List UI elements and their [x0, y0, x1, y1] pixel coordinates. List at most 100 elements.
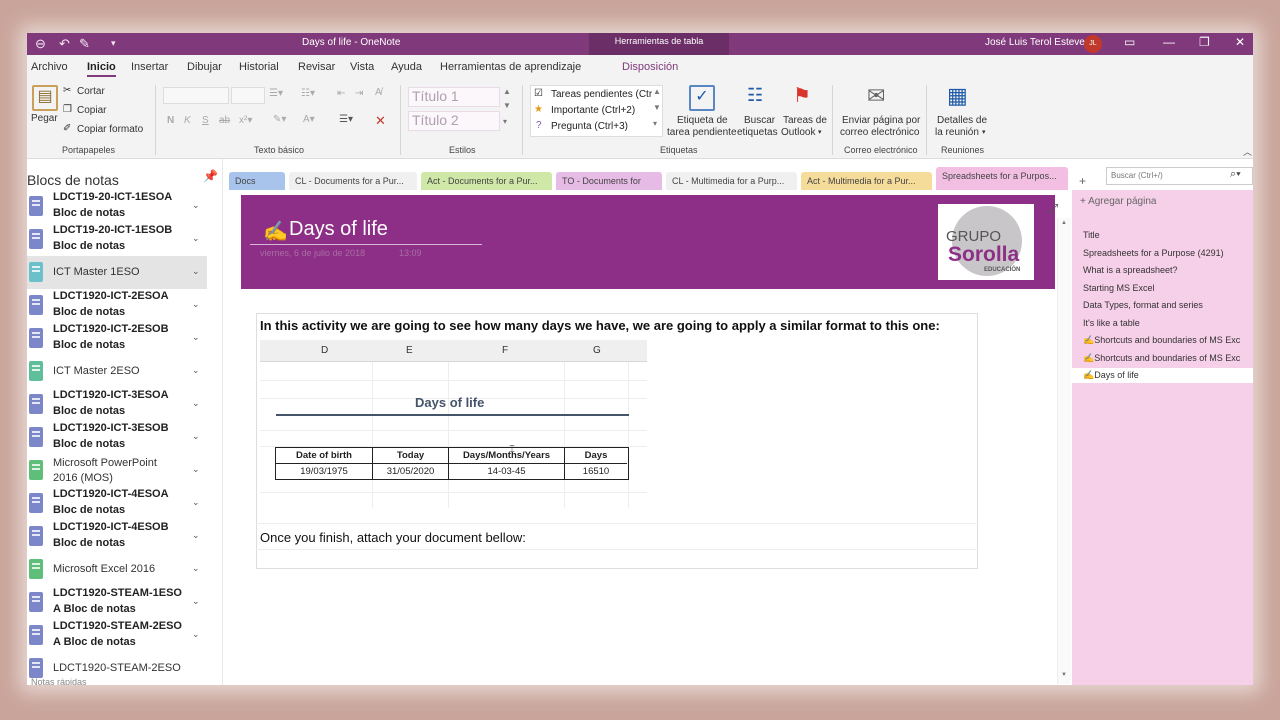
- chevron-down-icon[interactable]: ⌄: [192, 431, 200, 442]
- highlight-icon[interactable]: ✎▾: [273, 114, 286, 125]
- todo-tag-button-l2[interactable]: tarea pendiente: [667, 127, 737, 138]
- clear-format-icon[interactable]: A̸: [375, 87, 382, 98]
- todo-tag-icon[interactable]: ✓: [689, 85, 715, 111]
- notebook-item[interactable]: LDCT1920-ICT-3ESOB Bloc de notas ⌄: [27, 421, 207, 454]
- font-family-select[interactable]: [163, 87, 229, 104]
- tag-question[interactable]: Pregunta (Ctrl+3): [551, 121, 628, 132]
- section-tab[interactable]: CL - Documents for a Pur...: [289, 172, 417, 190]
- bold-icon[interactable]: N: [167, 115, 174, 126]
- chevron-down-icon[interactable]: ⌄: [192, 596, 200, 607]
- todo-tag-button-l1[interactable]: Etiqueta de: [677, 115, 728, 126]
- find-tags-button-l2[interactable]: etiquetas: [737, 127, 778, 138]
- copy-icon[interactable]: ❐: [63, 104, 72, 115]
- undo-icon[interactable]: ↶: [59, 36, 70, 52]
- underline-icon[interactable]: S: [202, 115, 209, 126]
- restore-icon[interactable]: ❐: [1199, 35, 1210, 49]
- find-tags-icon[interactable]: ☷: [747, 85, 763, 106]
- notebooks-heading[interactable]: Blocs de notas: [27, 172, 119, 188]
- page-list-item[interactable]: Data Types, format and series: [1083, 300, 1249, 310]
- meeting-dropdown-icon[interactable]: ▾: [982, 128, 986, 136]
- tab-historial[interactable]: Historial: [239, 61, 279, 73]
- notebook-item[interactable]: ICT Master 1ESO ⌄: [27, 256, 207, 289]
- flag-icon[interactable]: ⚑: [793, 83, 811, 108]
- outlook-tasks-button-l1[interactable]: Tareas de: [783, 115, 827, 126]
- ribbon-display-icon[interactable]: ▭: [1124, 35, 1135, 49]
- tab-herramientas-aprendizaje[interactable]: Herramientas de aprendizaje: [440, 61, 581, 73]
- tab-revisar[interactable]: Revisar: [298, 61, 335, 73]
- tags-scroll-up-icon[interactable]: ▲: [653, 87, 661, 96]
- close-icon[interactable]: ✕: [1235, 35, 1245, 49]
- notebook-item[interactable]: LDCT19-20-ICT-1ESOA Bloc de notas ⌄: [27, 190, 207, 223]
- section-tab[interactable]: TO - Documents for: [556, 172, 662, 190]
- chevron-down-icon[interactable]: ⌄: [192, 398, 200, 409]
- styles-scroll-up-icon[interactable]: ▲: [503, 87, 511, 96]
- email-icon[interactable]: ✉: [867, 83, 885, 109]
- tab-insertar[interactable]: Insertar: [131, 61, 168, 73]
- tab-inicio[interactable]: Inicio: [87, 61, 116, 77]
- paste-icon[interactable]: ▤: [32, 85, 58, 111]
- align-icon[interactable]: ☰▾: [339, 114, 353, 125]
- delete-icon[interactable]: ✕: [375, 113, 386, 129]
- expand-icon[interactable]: ⤢: [1048, 201, 1058, 217]
- copy-button[interactable]: Copiar: [77, 105, 106, 116]
- notebook-item[interactable]: Microsoft Excel 2016 ⌄: [27, 553, 207, 586]
- email-page-button-l2[interactable]: correo electrónico: [840, 127, 919, 138]
- page-list-item[interactable]: Starting MS Excel: [1083, 283, 1249, 293]
- bullets-icon[interactable]: ☰▾: [269, 88, 283, 99]
- tags-more-icon[interactable]: ▾: [653, 119, 657, 128]
- style-heading2[interactable]: Título 2: [408, 111, 500, 131]
- subscript-icon[interactable]: x²▾: [239, 115, 252, 126]
- page-list-item[interactable]: ✍Days of life: [1072, 368, 1253, 383]
- quick-notes-link[interactable]: Notas rápidas: [31, 677, 87, 685]
- outlook-tasks-button-l2[interactable]: Outlook: [781, 127, 815, 138]
- add-page-button[interactable]: + Agregar página: [1080, 196, 1156, 207]
- chevron-down-icon[interactable]: ⌄: [192, 464, 200, 475]
- notebook-item[interactable]: LDCT19-20-ICT-1ESOB Bloc de notas ⌄: [27, 223, 207, 256]
- chevron-down-icon[interactable]: ⌄: [192, 530, 200, 541]
- chevron-down-icon[interactable]: ⌄: [192, 629, 200, 640]
- customize-toolbar-icon[interactable]: ▾: [111, 38, 116, 49]
- scroll-up-icon[interactable]: ▲: [1061, 220, 1067, 226]
- section-tab[interactable]: Act - Multimedia for a Pur...: [801, 172, 932, 190]
- email-page-button-l1[interactable]: Enviar página por: [842, 115, 920, 126]
- format-painter-button[interactable]: Copiar formato: [77, 124, 143, 135]
- page-list-item[interactable]: ✍Shortcuts and boundaries of MS Exc: [1083, 353, 1249, 364]
- meeting-details-button-l1[interactable]: Detalles de: [937, 115, 987, 126]
- font-color-icon[interactable]: A▾: [303, 114, 315, 125]
- notebook-item[interactable]: ICT Master 2ESO ⌄: [27, 355, 207, 388]
- paste-button[interactable]: Pegar: [31, 113, 58, 124]
- page-list-item[interactable]: It's like a table: [1083, 318, 1249, 328]
- collapse-ribbon-icon[interactable]: ︿: [1243, 145, 1252, 158]
- tags-scroll-down-icon[interactable]: ▼: [653, 103, 661, 112]
- outdent-icon[interactable]: ⇤: [337, 88, 345, 99]
- page-scrollbar[interactable]: ▲ ▼: [1057, 218, 1071, 684]
- numbering-icon[interactable]: ☷▾: [301, 88, 315, 99]
- italic-icon[interactable]: K: [184, 115, 191, 126]
- chevron-down-icon[interactable]: ⌄: [192, 200, 200, 211]
- notebook-item[interactable]: LDCT1920-ICT-4ESOA Bloc de notas ⌄: [27, 487, 207, 520]
- page-list-item[interactable]: Title: [1083, 230, 1249, 240]
- chevron-down-icon[interactable]: ⌄: [192, 365, 200, 376]
- instruction-text[interactable]: In this activity we are going to see how…: [260, 318, 940, 333]
- chevron-down-icon[interactable]: ⌄: [192, 266, 200, 277]
- section-tab[interactable]: CL - Multimedia for a Purp...: [666, 172, 797, 190]
- styles-more-icon[interactable]: ▾: [503, 117, 507, 126]
- user-name[interactable]: José Luis Terol Esteve: [985, 37, 1085, 48]
- back-icon[interactable]: ⊖: [35, 36, 46, 52]
- style-heading1[interactable]: Título 1: [408, 87, 500, 107]
- format-painter-icon[interactable]: ✐: [63, 123, 71, 134]
- add-section-icon[interactable]: +: [1079, 174, 1086, 188]
- tab-dibujar[interactable]: Dibujar: [187, 61, 222, 73]
- page-list-item[interactable]: Spreadsheets for a Purpose (4291): [1083, 248, 1249, 258]
- notebook-item[interactable]: LDCT1920-STEAM-2ESO A Bloc de notas ⌄: [27, 619, 207, 652]
- section-tab[interactable]: Docs: [229, 172, 285, 190]
- notebook-item[interactable]: LDCT1920-STEAM-1ESO A Bloc de notas ⌄: [27, 586, 207, 619]
- section-tab[interactable]: Act - Documents for a Pur...: [421, 172, 552, 190]
- pin-icon[interactable]: 📌: [203, 169, 218, 183]
- meeting-details-button-l2[interactable]: la reunión: [935, 127, 979, 138]
- page-list-item[interactable]: What is a spreadsheet?: [1083, 265, 1249, 275]
- search-icon[interactable]: ⌕▾: [1230, 168, 1241, 181]
- notebook-item[interactable]: LDCT1920-ICT-2ESOB Bloc de notas ⌄: [27, 322, 207, 355]
- tag-todo[interactable]: Tareas pendientes (Ctr: [551, 89, 652, 100]
- avatar[interactable]: JL: [1084, 35, 1102, 53]
